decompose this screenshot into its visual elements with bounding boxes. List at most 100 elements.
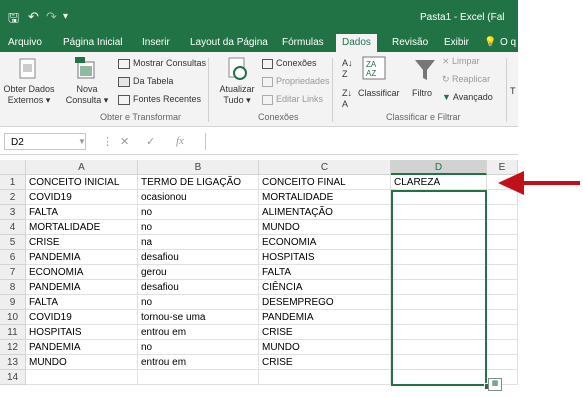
cell-c8[interactable]: CIÊNCIA [259, 280, 391, 295]
cell-a7[interactable]: ECONOMIA [26, 265, 138, 280]
cell-b13[interactable]: entrou em [138, 355, 259, 370]
conexoes-button[interactable]: Conexões [262, 58, 317, 69]
cell-b8[interactable]: desafiou [138, 280, 259, 295]
mostrar-consultas-button[interactable]: Mostrar Consultas [118, 58, 206, 69]
cell-a12[interactable]: PANDEMIA [26, 340, 138, 355]
cell-c9[interactable]: DESEMPREGO [259, 295, 391, 310]
cell-e13[interactable] [487, 355, 518, 370]
sort-za-icon[interactable]: Z↓ A [342, 88, 352, 110]
cell-e4[interactable] [487, 220, 518, 235]
cell-c3[interactable]: ALIMENTAÇÃO [259, 205, 391, 220]
sort-az-icon[interactable]: A↓ Z [342, 58, 353, 80]
row-header[interactable]: 9 [0, 295, 26, 310]
row-header[interactable]: 4 [0, 220, 26, 235]
redo-icon[interactable]: ↷ [46, 9, 57, 25]
row-header[interactable]: 3 [0, 205, 26, 220]
name-box[interactable]: D2 [4, 133, 86, 150]
tab-arquivo[interactable]: Arquivo [8, 37, 42, 48]
row-header[interactable]: 12 [0, 340, 26, 355]
cell-b14[interactable] [138, 370, 259, 385]
cell-a5[interactable]: CRISE [26, 235, 138, 250]
cell-c2[interactable]: MORTALIDADE [259, 190, 391, 205]
row-header[interactable]: 2 [0, 190, 26, 205]
column-header-d[interactable]: D [391, 160, 487, 175]
column-header-c[interactable]: C [259, 160, 391, 175]
cell-d11[interactable] [391, 325, 487, 340]
tab-layout[interactable]: Layout da Página [190, 37, 268, 48]
cell-b4[interactable]: no [138, 220, 259, 235]
da-tabela-button[interactable]: Da Tabela [118, 76, 173, 87]
cell-b1[interactable]: TERMO DE LIGAÇÃO [138, 175, 259, 190]
filtro-button[interactable]: Filtro [412, 88, 432, 99]
cell-e6[interactable] [487, 250, 518, 265]
cell-e12[interactable] [487, 340, 518, 355]
customize-qa-icon[interactable]: ▾ [63, 11, 68, 22]
cell-e9[interactable] [487, 295, 518, 310]
cell-b2[interactable]: ocasionou [138, 190, 259, 205]
tab-inserir[interactable]: Inserir [142, 37, 170, 48]
cell-e3[interactable] [487, 205, 518, 220]
cell-d14[interactable] [391, 370, 487, 385]
formula-input[interactable] [205, 133, 519, 150]
cell-a2[interactable]: COVID19 [26, 190, 138, 205]
cell-c6[interactable]: HOSPITAIS [259, 250, 391, 265]
row-header[interactable]: 13 [0, 355, 26, 370]
cell-a1[interactable]: CONCEITO INICIAL [26, 175, 138, 190]
row-header[interactable]: 7 [0, 265, 26, 280]
cell-a13[interactable]: MUNDO [26, 355, 138, 370]
insert-function-icon[interactable]: fx [176, 135, 184, 147]
cell-b6[interactable]: desafiou [138, 250, 259, 265]
cell-d2[interactable] [391, 190, 487, 205]
cell-b10[interactable]: tornou-se uma [138, 310, 259, 325]
quick-analysis-icon[interactable]: ▦ [488, 378, 502, 391]
cell-a3[interactable]: FALTA [26, 205, 138, 220]
nova-consulta-button[interactable]: Nova Consulta ▾ [60, 84, 114, 106]
row-header[interactable]: 8 [0, 280, 26, 295]
cell-c12[interactable]: MUNDO [259, 340, 391, 355]
atualizar-button[interactable]: Atualizar Tudo ▾ [212, 84, 262, 106]
cell-c4[interactable]: MUNDO [259, 220, 391, 235]
cell-b7[interactable]: gerou [138, 265, 259, 280]
tell-me-icon[interactable]: 💡 [484, 37, 496, 48]
cell-a8[interactable]: PANDEMIA [26, 280, 138, 295]
avancado-button[interactable]: ▼ Avançado [442, 92, 493, 103]
cell-a6[interactable]: PANDEMIA [26, 250, 138, 265]
classificar-button[interactable]: Classificar [358, 88, 400, 99]
cell-d12[interactable] [391, 340, 487, 355]
cell-c13[interactable]: CRISE [259, 355, 391, 370]
undo-icon[interactable]: ↶ [28, 9, 39, 25]
cell-b9[interactable]: no [138, 295, 259, 310]
cell-a9[interactable]: FALTA [26, 295, 138, 310]
confirm-icon[interactable]: ✓ [146, 135, 155, 148]
cell-a14[interactable] [26, 370, 138, 385]
reaplicar-button[interactable]: ↻ Reaplicar [442, 74, 490, 85]
row-header[interactable]: 14 [0, 370, 26, 385]
cancel-icon[interactable]: ✕ [120, 135, 129, 148]
cell-c5[interactable]: ECONOMIA [259, 235, 391, 250]
cell-b5[interactable]: na [138, 235, 259, 250]
row-header[interactable]: 6 [0, 250, 26, 265]
cell-d1[interactable]: CLAREZA [391, 175, 487, 190]
row-header[interactable]: 10 [0, 310, 26, 325]
row-header[interactable]: 11 [0, 325, 26, 340]
cell-b3[interactable]: no [138, 205, 259, 220]
cell-d13[interactable] [391, 355, 487, 370]
tab-exibir[interactable]: Exibir [444, 37, 469, 48]
cell-c11[interactable]: CRISE [259, 325, 391, 340]
obter-dados-button[interactable]: Obter Dados Externos ▾ [0, 84, 58, 106]
row-header[interactable]: 5 [0, 235, 26, 250]
tab-dados[interactable]: Dados [336, 34, 377, 52]
save-icon[interactable]: 🖫 [8, 9, 19, 31]
cell-d3[interactable] [391, 205, 487, 220]
tab-formulas[interactable]: Fórmulas [282, 37, 324, 48]
row-header[interactable]: 1 [0, 175, 26, 190]
tell-me-field[interactable]: O q [500, 37, 516, 48]
select-all-corner[interactable] [0, 160, 26, 175]
namebox-dropdown-icon[interactable]: ▼ [78, 137, 86, 146]
cell-e5[interactable] [487, 235, 518, 250]
cell-e11[interactable] [487, 325, 518, 340]
cell-a4[interactable]: MORTALIDADE [26, 220, 138, 235]
cell-d4[interactable] [391, 220, 487, 235]
cell-d10[interactable] [391, 310, 487, 325]
cell-d5[interactable] [391, 235, 487, 250]
